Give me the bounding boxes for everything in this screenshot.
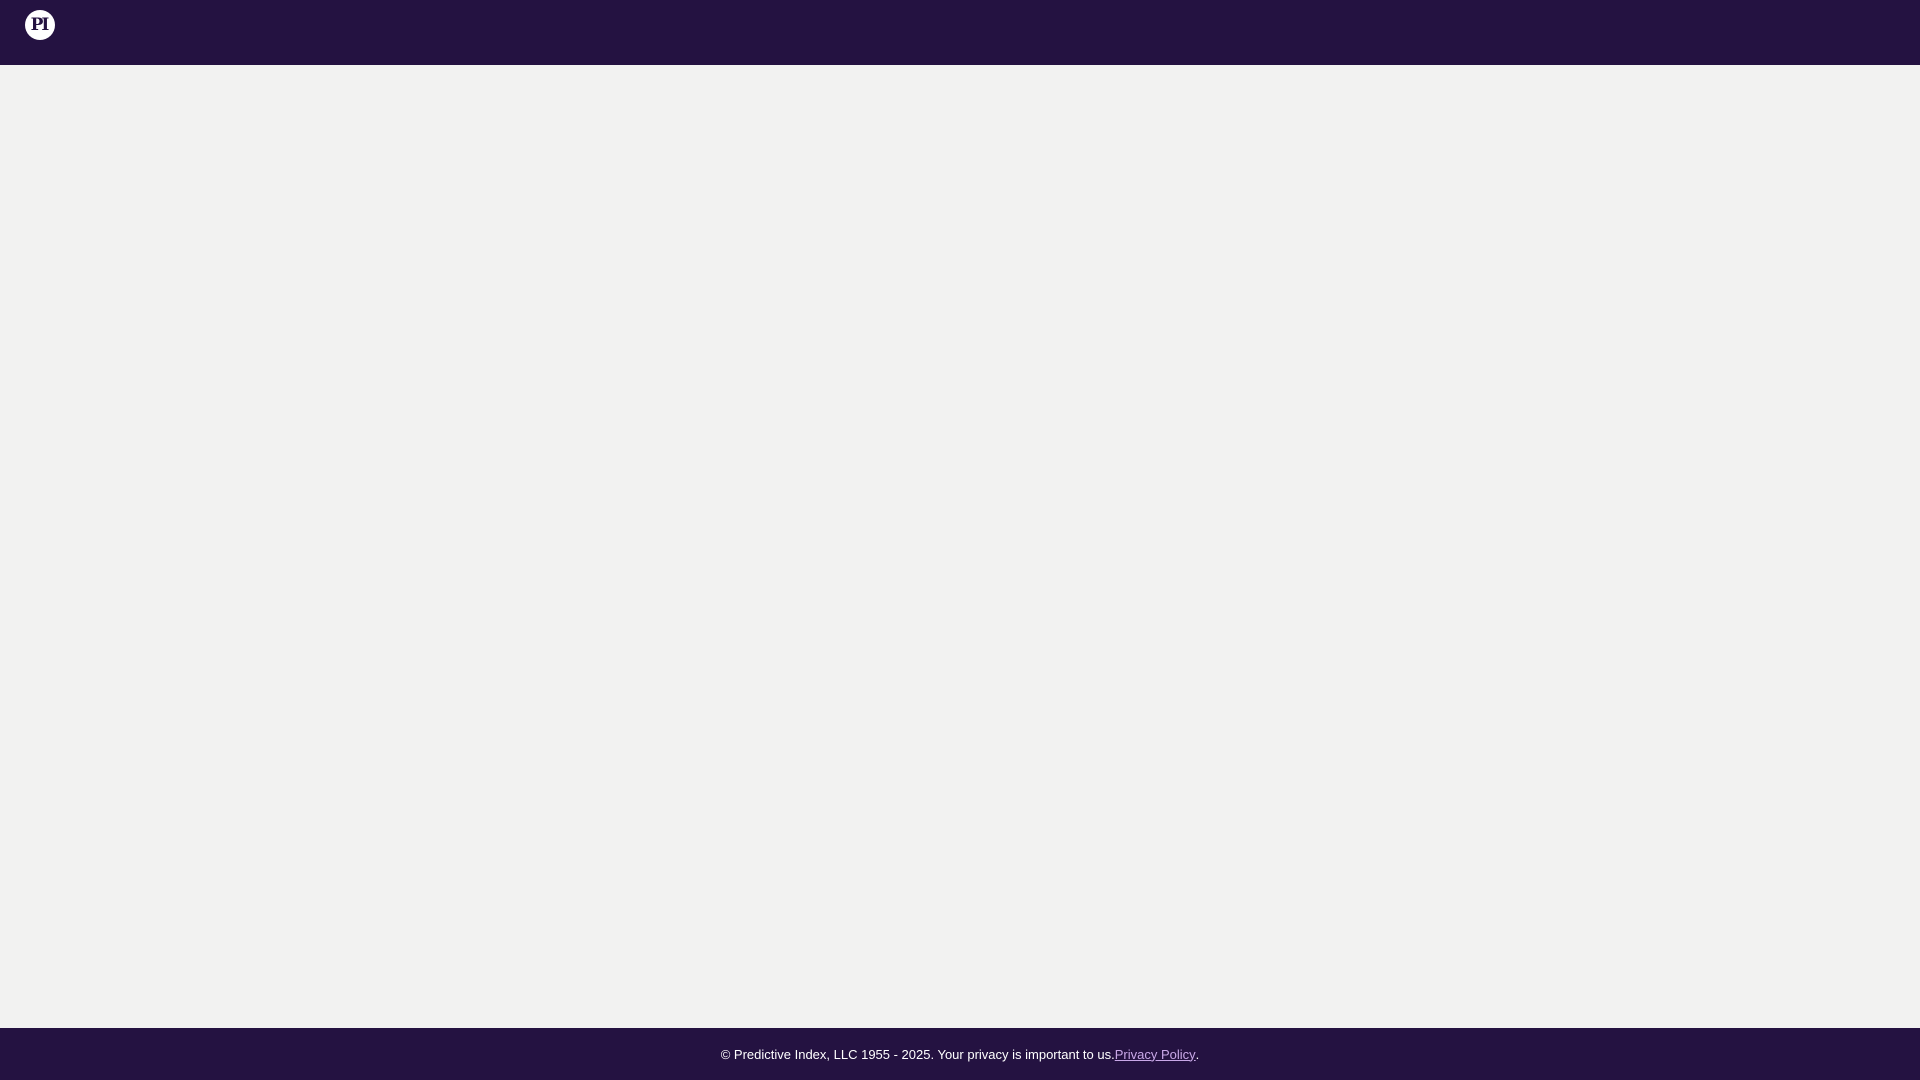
copyright-text: © Predictive Index, LLC 1955 - 2025. You…: [720, 1046, 1115, 1062]
predictive-index-logo-icon[interactable]: PI: [25, 10, 55, 40]
top-header: PI: [0, 0, 1920, 65]
page-footer: © Predictive Index, LLC 1955 - 2025. You…: [0, 1028, 1920, 1080]
footer-period: .: [1195, 1046, 1200, 1062]
main-content: [0, 65, 1920, 1028]
logo-text: PI: [30, 14, 50, 35]
privacy-policy-link[interactable]: Privacy Policy: [1115, 1047, 1196, 1062]
